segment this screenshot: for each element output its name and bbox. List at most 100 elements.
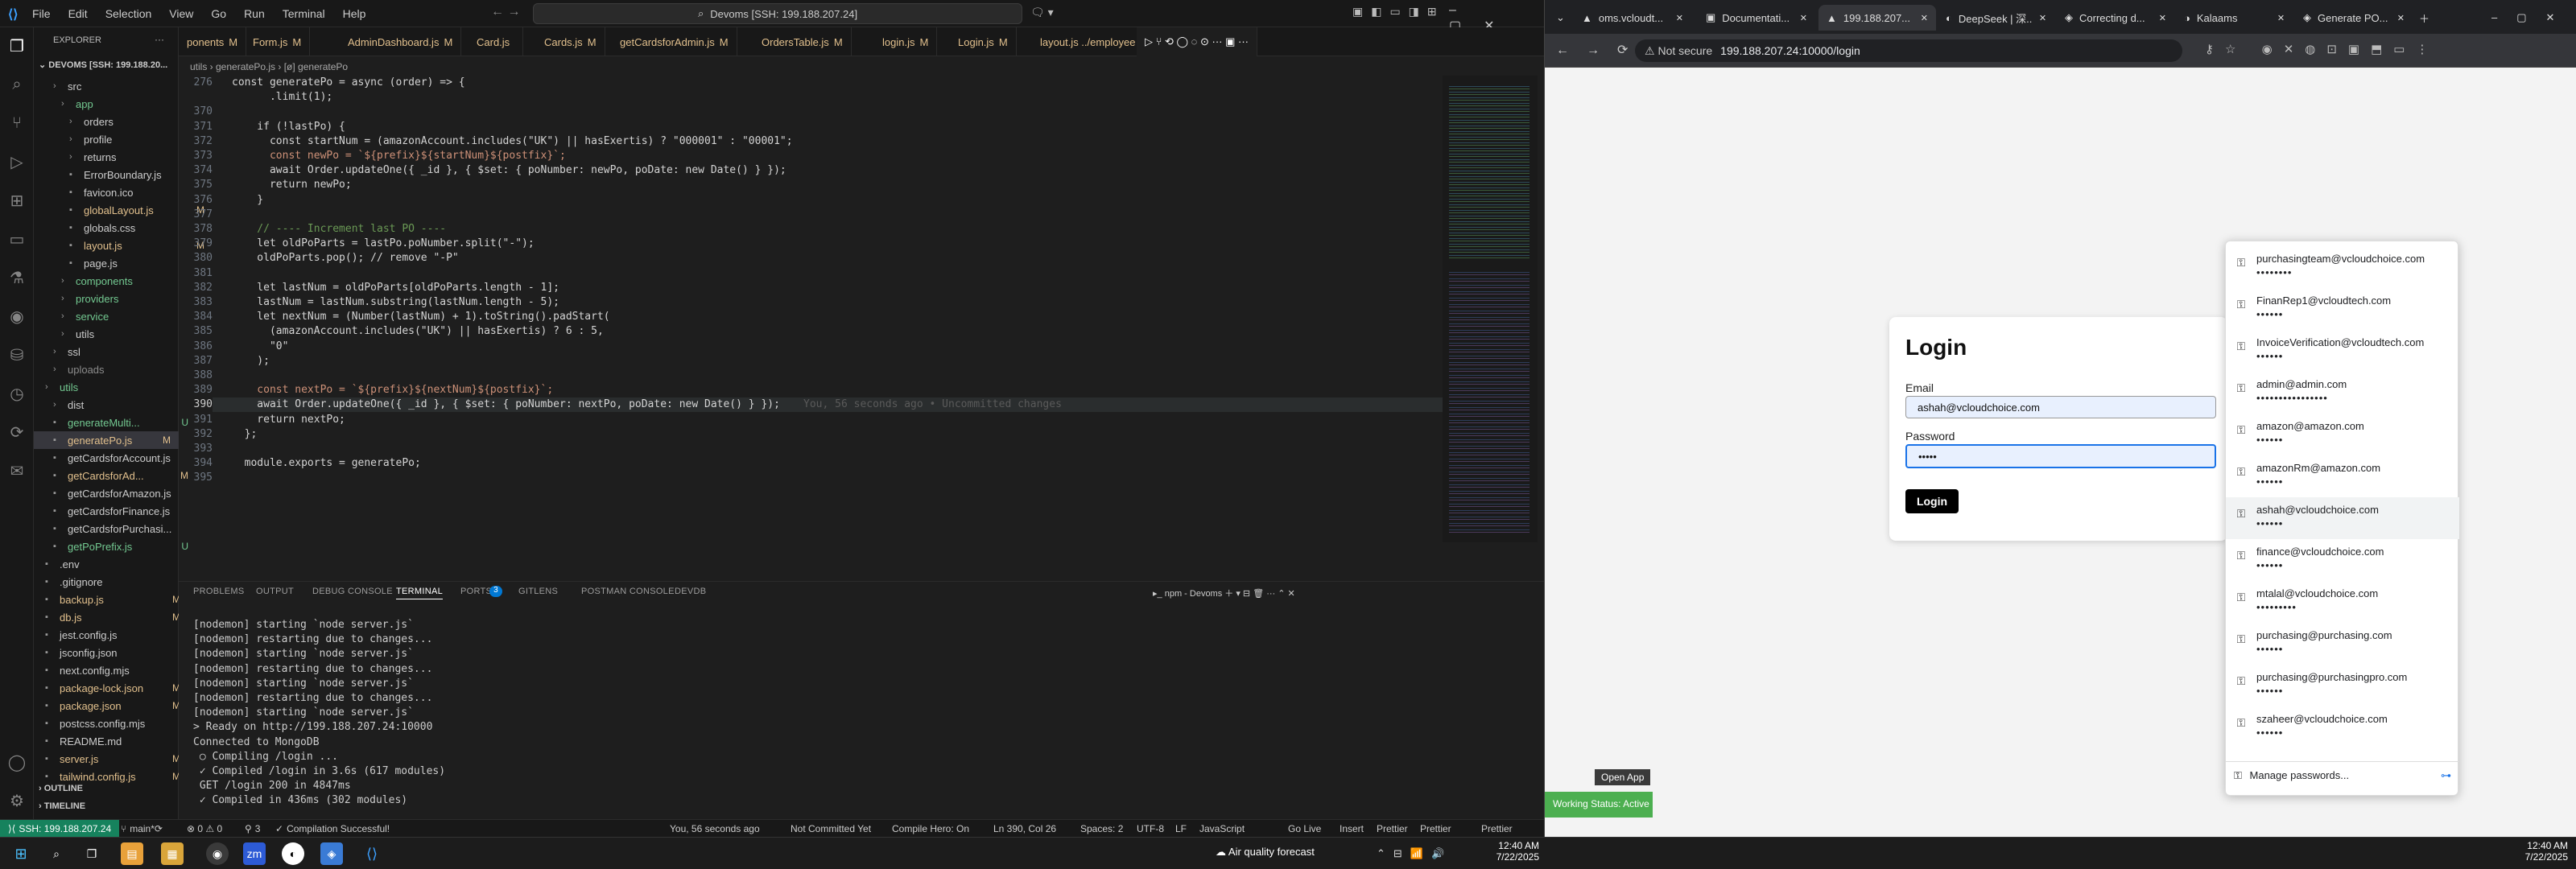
close-tab-icon[interactable]: ✕: [2039, 13, 2046, 23]
file-tree-item[interactable]: ▪ db.js M: [45, 608, 188, 626]
live-share-icon[interactable]: ⟳: [6, 422, 27, 443]
file-tree-item[interactable]: › src: [53, 77, 196, 95]
account-icon[interactable]: ◯: [6, 752, 27, 772]
minimap[interactable]: [1443, 76, 1538, 542]
system-tray-icons[interactable]: ⌃⊟📶🔊: [1377, 847, 1452, 860]
editor-tab[interactable]: getCardsforAdmin.js M: [612, 27, 737, 56]
task-view-icon[interactable]: ❐: [80, 842, 103, 865]
working-status-badge[interactable]: Working Status: Active: [1545, 792, 1653, 818]
code-line[interactable]: return newPo;: [232, 178, 352, 192]
code-line[interactable]: lastNum = lastNum.substring(lastNum.leng…: [232, 295, 559, 310]
file-tree-item[interactable]: ▪ getPoPrefix.js U: [53, 537, 196, 555]
blame-status[interactable]: You, 56 seconds ago: [670, 820, 760, 838]
copilot-icon[interactable]: 🗨 ▾: [1030, 6, 1054, 19]
browser-tab[interactable]: ◈ Correcting d... ✕: [2057, 5, 2174, 31]
code-line[interactable]: let oldPoParts = lastPo.poNumber.split("…: [232, 237, 534, 251]
eol-status[interactable]: LF: [1175, 820, 1187, 838]
timeline-icon[interactable]: ◷: [6, 383, 27, 404]
insert-mode-status[interactable]: Insert: [1340, 820, 1364, 838]
command-center[interactable]: ⌕ Devoms [SSH: 199.188.207.24]: [533, 3, 1022, 24]
panel-tab[interactable]: POSTMAN CONSOLE: [581, 587, 675, 596]
search-icon[interactable]: ⌕: [6, 74, 27, 95]
close-tab-icon[interactable]: ✕: [2397, 13, 2405, 23]
saved-password-item[interactable]: ⚿ FinanRep1@vcloudtech.com ••••••: [2226, 288, 2459, 330]
panel-tab[interactable]: TERMINAL: [396, 587, 444, 599]
start-icon[interactable]: ⊞: [10, 842, 32, 865]
file-tree-item[interactable]: ▪ backup.js M: [45, 591, 188, 608]
extensions-icon[interactable]: ⊞: [6, 190, 27, 211]
close-tab-icon[interactable]: ✕: [1676, 13, 1683, 23]
file-tree-item[interactable]: ▪ postcss.config.mjs: [45, 715, 188, 732]
saved-password-item[interactable]: ⚿ purchasingteam@vcloudchoice.com ••••••••: [2226, 246, 2459, 288]
saved-password-item[interactable]: ⚿ mtalal@vcloudchoice.com •••••••••: [2226, 581, 2459, 623]
prettier-status-1[interactable]: Prettier: [1377, 820, 1408, 838]
indentation-status[interactable]: Spaces: 2: [1080, 820, 1123, 838]
compile-status[interactable]: ✓ Compilation Successful!: [275, 820, 390, 838]
tab-search-icon[interactable]: ⌄: [1548, 5, 1573, 31]
file-tree-item[interactable]: › utils: [45, 378, 188, 396]
saved-password-item[interactable]: ⚿ amazonRm@amazon.com ••••••: [2226, 455, 2459, 497]
address-bar[interactable]: ⚠ Not secure 199.188.207.24:10000/login: [1635, 39, 2182, 62]
nav-buttons[interactable]: ←→⟳: [1556, 42, 1645, 58]
saved-password-item[interactable]: ⚿ szaheer@vcloudchoice.com ••••••: [2226, 706, 2459, 748]
panel-tab[interactable]: OUTPUT: [256, 587, 294, 596]
file-tree-item[interactable]: ▪ README.md: [45, 732, 188, 750]
code-line[interactable]: module.exports = generatePo;: [232, 456, 421, 471]
email-input[interactable]: ashah@vcloudchoice.com: [1905, 396, 2216, 418]
file-tree-item[interactable]: ▪ getCardsforAccount.js: [53, 449, 196, 467]
prettier-status-3[interactable]: Prettier: [1481, 820, 1513, 838]
workspace-root[interactable]: ⌄ DEVOMS [SSH: 199.188.20...: [39, 60, 167, 70]
menu-item[interactable]: Go: [211, 7, 226, 20]
testing-icon[interactable]: ⚗: [6, 267, 27, 288]
panel-tab[interactable]: DEVDB: [675, 587, 706, 596]
run-debug-icon[interactable]: ▷: [6, 151, 27, 172]
file-tree-item[interactable]: ▪ getCardsforAmazon.js: [53, 484, 196, 502]
clock-right[interactable]: 12:40 AM 7/22/2025: [2512, 840, 2568, 863]
menu-item[interactable]: Edit: [68, 7, 88, 20]
golive-status[interactable]: Go Live: [1288, 820, 1321, 838]
code-line[interactable]: const nextPo = `${prefix}${nextNum}${pos…: [232, 383, 553, 397]
database-icon[interactable]: ⛁: [6, 344, 27, 365]
breadcrumb[interactable]: utils › generatePo.js › [ø] generatePo: [179, 58, 348, 76]
code-editor[interactable]: 276 const generatePo = async (order) => {…: [179, 76, 1443, 542]
terminal-output[interactable]: [nodemon] starting `node server.js` [nod…: [193, 618, 445, 809]
browser-tab[interactable]: ▲ oms.vcloudt... ✕: [1574, 5, 1691, 31]
settings-gear-icon[interactable]: ⚙: [6, 790, 27, 811]
code-line[interactable]: await Order.updateOne({ _id }, { $set: {…: [232, 163, 786, 178]
file-tree-item[interactable]: ▪ getCardsforPurchasi...: [53, 520, 196, 537]
file-tree-item[interactable]: ▪ getCardsforAd... M: [53, 467, 196, 484]
editor-tab-active-overflow[interactable]: ▷ ⑂ ⟲ ◯ ◌ ⊙ ··· ▣ ···: [1137, 27, 1258, 56]
toolbar-extension-icons[interactable]: ⚷☆ ◉✕◍⊡▣⬒▭⋮: [2205, 42, 2439, 56]
chrome-window-controls[interactable]: –▢✕: [2483, 5, 2576, 31]
menu-item[interactable]: View: [169, 7, 193, 20]
menu-item[interactable]: Help: [343, 7, 366, 20]
store-icon[interactable]: ▦: [161, 842, 184, 865]
code-line[interactable]: "0": [232, 340, 289, 354]
compile-hero-status[interactable]: Compile Hero: On: [892, 820, 969, 838]
close-tab-icon[interactable]: ✕: [1921, 13, 1928, 23]
language-status[interactable]: JavaScript: [1199, 820, 1245, 838]
code-line[interactable]: }: [232, 193, 263, 208]
file-tree-item[interactable]: ▪ next.config.mjs: [45, 661, 188, 679]
close-tab-icon[interactable]: ✕: [1800, 13, 1807, 23]
chrome-icon[interactable]: ◉: [206, 842, 229, 865]
explorer-icon[interactable]: ❐: [6, 35, 27, 56]
code-line[interactable]: const newPo = `${prefix}${startNum}${pos…: [232, 149, 566, 163]
saved-password-item[interactable]: ⚿ InvoiceVerification@vcloudtech.com •••••…: [2226, 330, 2459, 372]
browser-tab[interactable]: ◑ Kalaams ✕: [2176, 5, 2293, 31]
file-tree-item[interactable]: ▪ generateMulti... U: [53, 414, 196, 431]
file-explorer-icon[interactable]: ▤: [121, 842, 143, 865]
zoom-icon[interactable]: zm: [243, 842, 266, 865]
app-icon[interactable]: ◐: [282, 842, 304, 865]
editor-tab[interactable]: OrdersTable.js M: [753, 27, 852, 56]
not-committed-status[interactable]: Not Committed Yet: [791, 820, 871, 838]
problems-status[interactable]: ⊗ 0 ⚠ 0: [187, 820, 222, 838]
outline-section[interactable]: › OUTLINE: [39, 784, 83, 793]
saved-password-item[interactable]: ⚿ finance@vcloudchoice.com ••••••: [2226, 539, 2459, 581]
code-line[interactable]: (amazonAccount.includes("UK") || hasExer…: [232, 324, 604, 339]
file-tree-item[interactable]: ▪ server.js M: [45, 750, 188, 768]
file-tree-item[interactable]: ▪ .env: [45, 555, 188, 573]
editor-tab[interactable]: Card.js: [469, 27, 524, 56]
file-tree-item[interactable]: › ssl: [53, 343, 196, 360]
browser-tab[interactable]: ◐ DeepSeek | 深... ✕: [1938, 5, 2055, 31]
